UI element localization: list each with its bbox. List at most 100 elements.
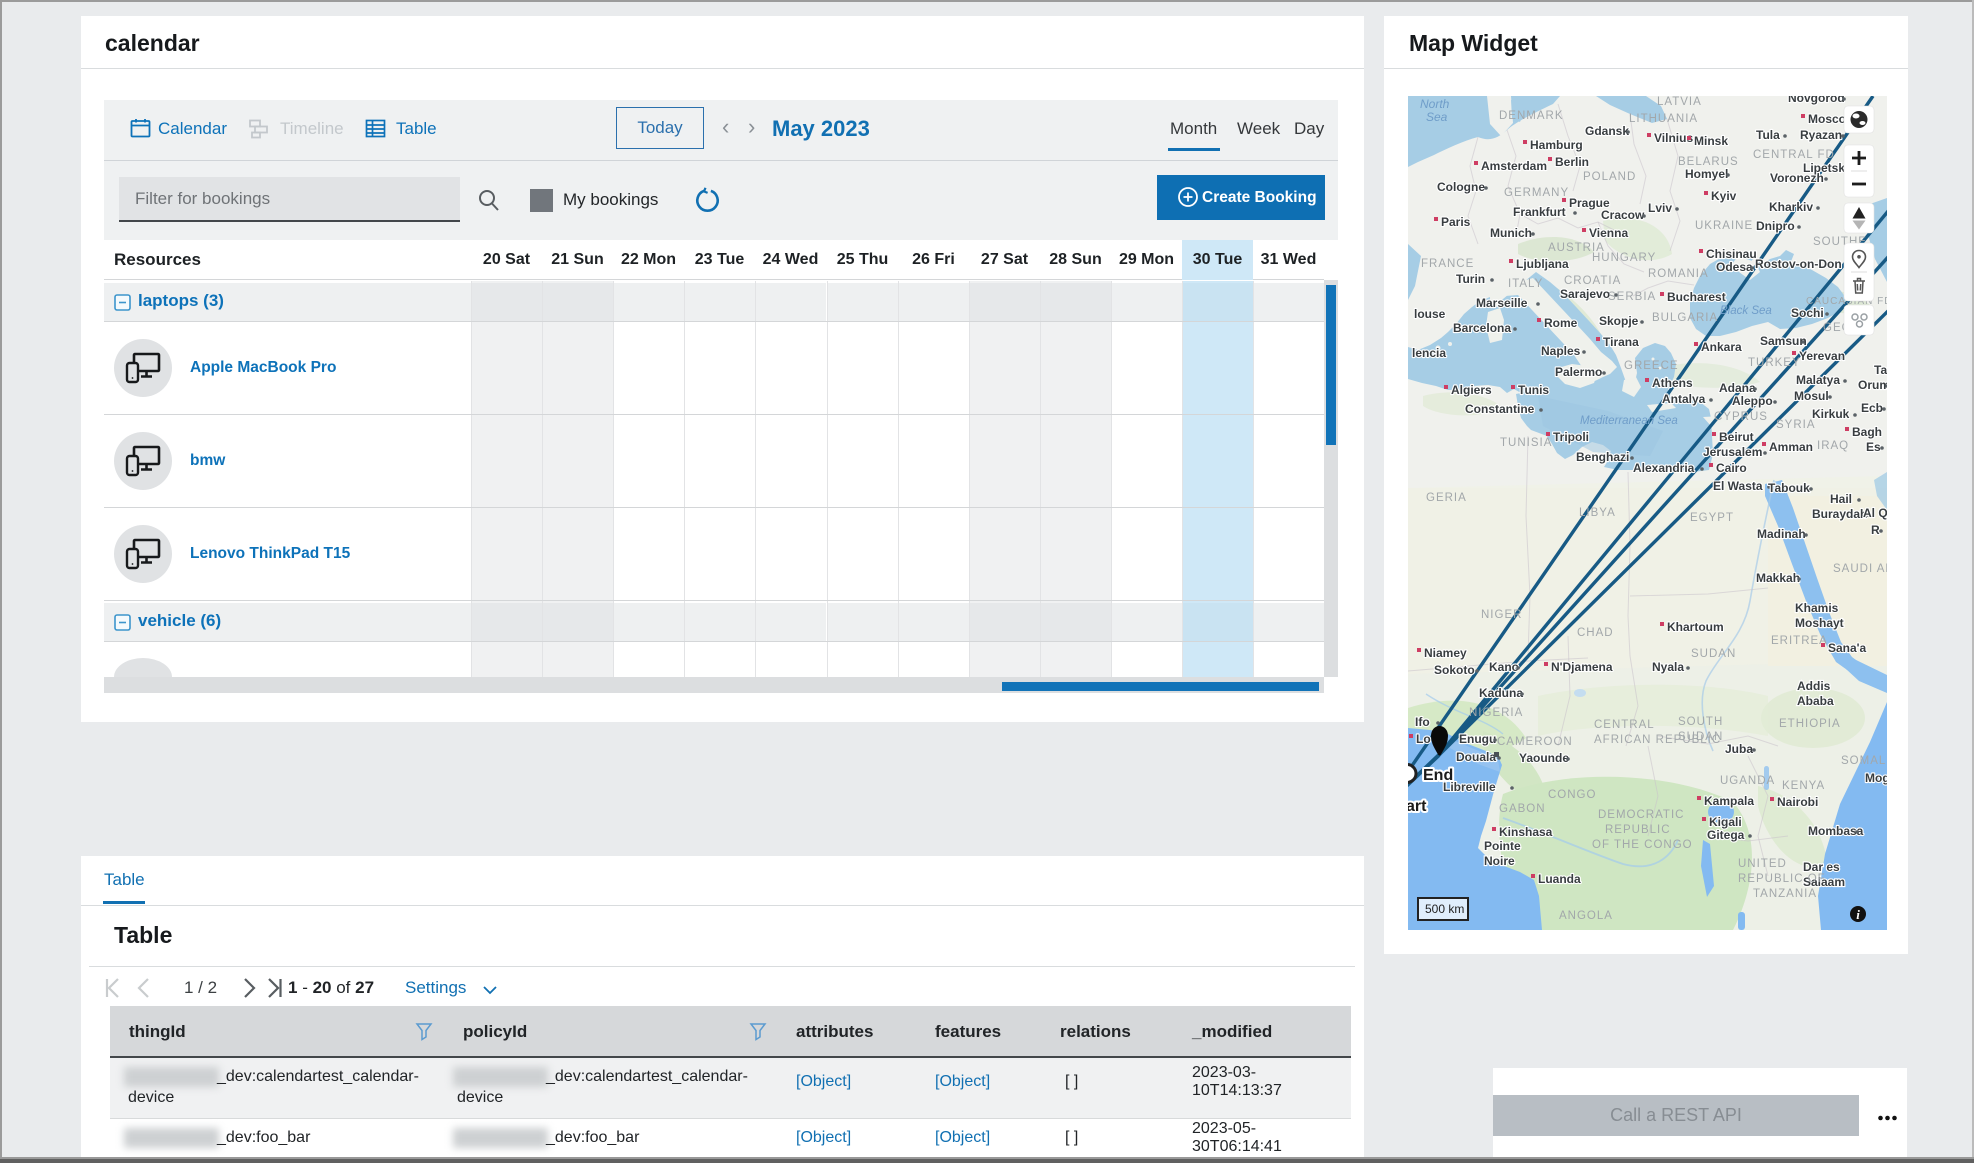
svg-text:Yerevan: Yerevan bbox=[1799, 349, 1845, 363]
svg-text:Es: Es bbox=[1866, 440, 1881, 454]
svg-text:Berlin: Berlin bbox=[1555, 155, 1589, 169]
svg-text:Adana: Adana bbox=[1719, 381, 1756, 395]
svg-text:R: R bbox=[1871, 523, 1880, 537]
svg-text:art: art bbox=[1408, 798, 1427, 815]
svg-text:NIGERIA: NIGERIA bbox=[1469, 707, 1523, 719]
svg-text:REPUBLIC: REPUBLIC bbox=[1605, 824, 1671, 836]
svg-text:Ababa: Ababa bbox=[1797, 694, 1834, 708]
svg-text:louse: louse bbox=[1414, 307, 1446, 321]
svg-text:Benghazi: Benghazi bbox=[1576, 450, 1629, 464]
svg-text:Kampala: Kampala bbox=[1704, 794, 1754, 808]
svg-text:IRAQ: IRAQ bbox=[1817, 440, 1849, 452]
svg-text:Bucharest: Bucharest bbox=[1667, 290, 1726, 304]
svg-text:Kigali: Kigali bbox=[1709, 815, 1742, 829]
svg-text:Odesa: Odesa bbox=[1716, 260, 1753, 274]
svg-text:FRANCE: FRANCE bbox=[1421, 258, 1474, 270]
svg-text:LIBYA: LIBYA bbox=[1579, 507, 1616, 519]
svg-text:UKRAINE: UKRAINE bbox=[1695, 220, 1753, 232]
svg-text:Tripoli: Tripoli bbox=[1553, 430, 1589, 444]
svg-text:SOMALIA: SOMALIA bbox=[1841, 755, 1887, 767]
svg-text:lencia: lencia bbox=[1412, 346, 1446, 360]
svg-text:El Wasta: El Wasta bbox=[1713, 479, 1763, 493]
svg-text:Aleppo: Aleppo bbox=[1732, 394, 1773, 408]
svg-text:Lipetsk: Lipetsk bbox=[1803, 161, 1845, 175]
svg-text:Athens: Athens bbox=[1652, 376, 1693, 390]
svg-text:CYPRUS: CYPRUS bbox=[1714, 411, 1768, 423]
svg-text:AFRICAN REPUBLIC: AFRICAN REPUBLIC bbox=[1594, 734, 1721, 746]
svg-text:Luanda: Luanda bbox=[1538, 872, 1581, 886]
svg-text:UGANDA: UGANDA bbox=[1720, 775, 1775, 787]
svg-text:Nairobi: Nairobi bbox=[1777, 795, 1818, 809]
svg-text:Tunis: Tunis bbox=[1518, 383, 1549, 397]
svg-text:Niamey: Niamey bbox=[1424, 646, 1467, 660]
svg-text:Kyiv: Kyiv bbox=[1711, 189, 1737, 203]
svg-text:CONGO: CONGO bbox=[1548, 789, 1596, 801]
svg-text:NIGER: NIGER bbox=[1481, 609, 1522, 621]
svg-text:Tabouk: Tabouk bbox=[1768, 481, 1810, 495]
svg-text:End: End bbox=[1423, 767, 1453, 784]
svg-text:Alexandria: Alexandria bbox=[1633, 461, 1695, 475]
svg-text:EGYPT: EGYPT bbox=[1690, 512, 1734, 524]
svg-text:Noire: Noire bbox=[1484, 854, 1515, 868]
svg-text:Beirut: Beirut bbox=[1719, 430, 1754, 444]
svg-text:Mombasa: Mombasa bbox=[1808, 824, 1864, 838]
svg-text:Vienna: Vienna bbox=[1589, 226, 1628, 240]
svg-text:Turin: Turin bbox=[1456, 272, 1485, 286]
svg-text:SERBIA: SERBIA bbox=[1608, 291, 1656, 303]
svg-text:Hamburg: Hamburg bbox=[1530, 138, 1583, 152]
svg-text:Ecb: Ecb bbox=[1861, 401, 1883, 415]
svg-text:Dnipro: Dnipro bbox=[1756, 219, 1795, 233]
svg-text:Nyala: Nyala bbox=[1652, 660, 1684, 674]
svg-text:SUDAN: SUDAN bbox=[1691, 648, 1736, 660]
svg-text:Constantine: Constantine bbox=[1465, 402, 1535, 416]
svg-text:Amsterdam: Amsterdam bbox=[1481, 159, 1547, 173]
svg-text:Rome: Rome bbox=[1544, 316, 1578, 330]
svg-text:Barcelona: Barcelona bbox=[1453, 321, 1511, 335]
svg-text:Sana'a: Sana'a bbox=[1828, 641, 1867, 655]
svg-text:Sokoto: Sokoto bbox=[1434, 663, 1475, 677]
svg-text:LITHUANIA: LITHUANIA bbox=[1629, 113, 1698, 125]
svg-text:KENYA: KENYA bbox=[1782, 780, 1825, 792]
svg-text:GERMANY: GERMANY bbox=[1504, 187, 1569, 199]
svg-text:Antalya: Antalya bbox=[1662, 392, 1706, 406]
svg-text:Ta: Ta bbox=[1874, 363, 1887, 377]
svg-text:Pointe: Pointe bbox=[1484, 839, 1521, 853]
svg-text:Rostov-on-Don: Rostov-on-Don bbox=[1755, 257, 1842, 271]
svg-text:ITALY: ITALY bbox=[1508, 278, 1543, 290]
svg-text:OF THE CONGO: OF THE CONGO bbox=[1592, 839, 1693, 851]
svg-text:Gitega: Gitega bbox=[1707, 828, 1745, 842]
svg-text:Moshayt: Moshayt bbox=[1795, 616, 1844, 630]
svg-text:Enugu: Enugu bbox=[1459, 732, 1496, 746]
svg-text:Samsun: Samsun bbox=[1760, 334, 1807, 348]
svg-text:Amman: Amman bbox=[1769, 440, 1813, 454]
svg-text:Mog: Mog bbox=[1865, 771, 1887, 785]
svg-text:Skopje: Skopje bbox=[1599, 314, 1639, 328]
svg-text:Marseille: Marseille bbox=[1476, 296, 1528, 310]
svg-text:North: North bbox=[1420, 97, 1450, 111]
svg-text:TURKEY: TURKEY bbox=[1748, 357, 1801, 369]
svg-text:UNITED: UNITED bbox=[1738, 858, 1787, 870]
svg-text:Sochi: Sochi bbox=[1791, 306, 1824, 320]
svg-text:REPUBLIC OF: REPUBLIC OF bbox=[1738, 873, 1826, 885]
svg-text:GREECE: GREECE bbox=[1624, 360, 1679, 372]
svg-text:Al Q: Al Q bbox=[1863, 506, 1887, 520]
svg-text:LATVIA: LATVIA bbox=[1657, 96, 1702, 108]
svg-text:Homyel: Homyel bbox=[1685, 167, 1728, 181]
svg-text:Mosul: Mosul bbox=[1794, 389, 1829, 403]
svg-text:Cracow: Cracow bbox=[1601, 208, 1645, 222]
svg-text:Cologne: Cologne bbox=[1437, 180, 1485, 194]
svg-text:Ljubljana: Ljubljana bbox=[1516, 257, 1569, 271]
svg-text:Mediterranean Sea: Mediterranean Sea bbox=[1580, 415, 1678, 427]
svg-text:CAMEROON: CAMEROON bbox=[1497, 736, 1573, 748]
svg-text:Sea: Sea bbox=[1426, 110, 1448, 124]
svg-text:N'Djamena: N'Djamena bbox=[1551, 660, 1613, 674]
svg-text:Tula: Tula bbox=[1756, 128, 1780, 142]
svg-text:Novgorod: Novgorod bbox=[1788, 96, 1845, 105]
svg-text:TANZANIA: TANZANIA bbox=[1753, 888, 1817, 900]
svg-text:Ifo: Ifo bbox=[1415, 715, 1430, 729]
svg-text:CENTRAL: CENTRAL bbox=[1594, 719, 1655, 731]
svg-text:POLAND: POLAND bbox=[1583, 171, 1636, 183]
svg-text:HUNGARY: HUNGARY bbox=[1592, 252, 1656, 264]
svg-text:i: i bbox=[1856, 907, 1860, 922]
svg-text:Paris: Paris bbox=[1441, 215, 1471, 229]
